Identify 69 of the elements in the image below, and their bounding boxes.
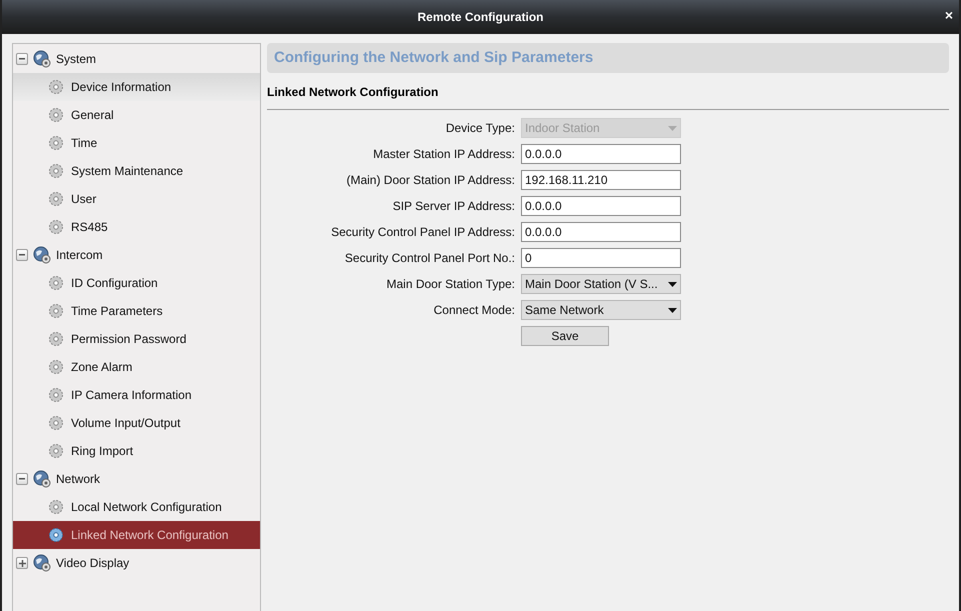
gear-icon [48,191,64,207]
globe-gear-icon [33,50,51,68]
field-label: Security Control Panel Port No.: [344,250,516,267]
gear-icon [48,387,64,403]
tree-group-label[interactable]: System [56,50,96,68]
field-label: Master Station IP Address: [372,146,516,163]
gear-icon [48,107,64,123]
minus-icon [19,478,25,480]
sidebar-item[interactable]: User [13,185,260,213]
gear-icon [48,303,64,319]
dropdown[interactable]: Main Door Station (V S... [521,274,681,294]
gear-icon [48,527,64,543]
field-label: SIP Server IP Address: [392,198,516,215]
gear-icon [48,359,64,375]
field-label: Connect Mode: [432,302,516,319]
expand-toggle[interactable] [16,557,28,569]
gear-icon [48,163,64,179]
collapse-toggle[interactable] [16,53,28,65]
input-field[interactable]: 0.0.0.0 [521,144,681,164]
gear-icon [48,135,64,151]
plus-icon [18,560,26,566]
globe-gear-icon [33,554,51,572]
sidebar-item[interactable]: ID Configuration [13,269,260,297]
field-label: Security Control Panel IP Address: [330,224,516,241]
sidebar-item[interactable]: Time Parameters [13,297,260,325]
gear-icon [48,499,64,515]
field-label: Main Door Station Type: [385,276,516,293]
minus-icon [19,58,25,60]
minus-icon [19,254,25,256]
tree-group-label[interactable]: Video Display [56,554,130,572]
sidebar-item[interactable]: RS485 [13,213,260,241]
dropdown[interactable]: Same Network [521,300,681,320]
sidebar-item[interactable]: IP Camera Information [13,381,260,409]
section-heading: Linked Network Configuration [267,84,440,101]
globe-gear-icon [33,470,51,488]
input-field[interactable]: 0.0.0.0 [521,196,681,216]
sidebar-item[interactable]: Zone Alarm [13,353,260,381]
field-label: (Main) Door Station IP Address: [345,172,516,189]
sidebar-item[interactable]: Volume Input/Output [13,409,260,437]
tree-group-label[interactable]: Intercom [56,246,103,264]
sidebar-item[interactable]: Local Network Configuration [13,493,260,521]
close-button[interactable]: × [944,8,953,22]
caret-icon [668,308,677,312]
tree-group-label[interactable]: Network [56,470,100,488]
panel-title: Configuring the Network and Sip Parameters [274,48,594,68]
sidebar-item[interactable]: Permission Password [13,325,260,353]
collapse-toggle[interactable] [16,473,28,485]
sidebar-item[interactable]: Time [13,129,260,157]
window-title: Remote Configuration [418,9,544,26]
gear-icon [48,443,64,459]
field-label: Device Type: [444,120,516,137]
save-button[interactable]: Save [521,326,609,346]
gear-icon [48,275,64,291]
input-field[interactable]: 192.168.11.210 [521,170,681,190]
input-field[interactable]: 0 [521,248,681,268]
input-field[interactable]: 0.0.0.0 [521,222,681,242]
sidebar-item[interactable]: System Maintenance [13,157,260,185]
collapse-toggle[interactable] [16,249,28,261]
sidebar-item[interactable]: Ring Import [13,437,260,465]
globe-gear-icon [33,246,51,264]
gear-icon [48,331,64,347]
sidebar-item[interactable]: Device Information [13,73,260,101]
caret-icon [668,126,677,130]
gear-icon [48,79,64,95]
sidebar-item[interactable]: Linked Network Configuration [13,521,260,549]
gear-icon [48,219,64,235]
sidebar-item[interactable]: General [13,101,260,129]
gear-icon [48,415,64,431]
caret-icon [668,282,677,286]
